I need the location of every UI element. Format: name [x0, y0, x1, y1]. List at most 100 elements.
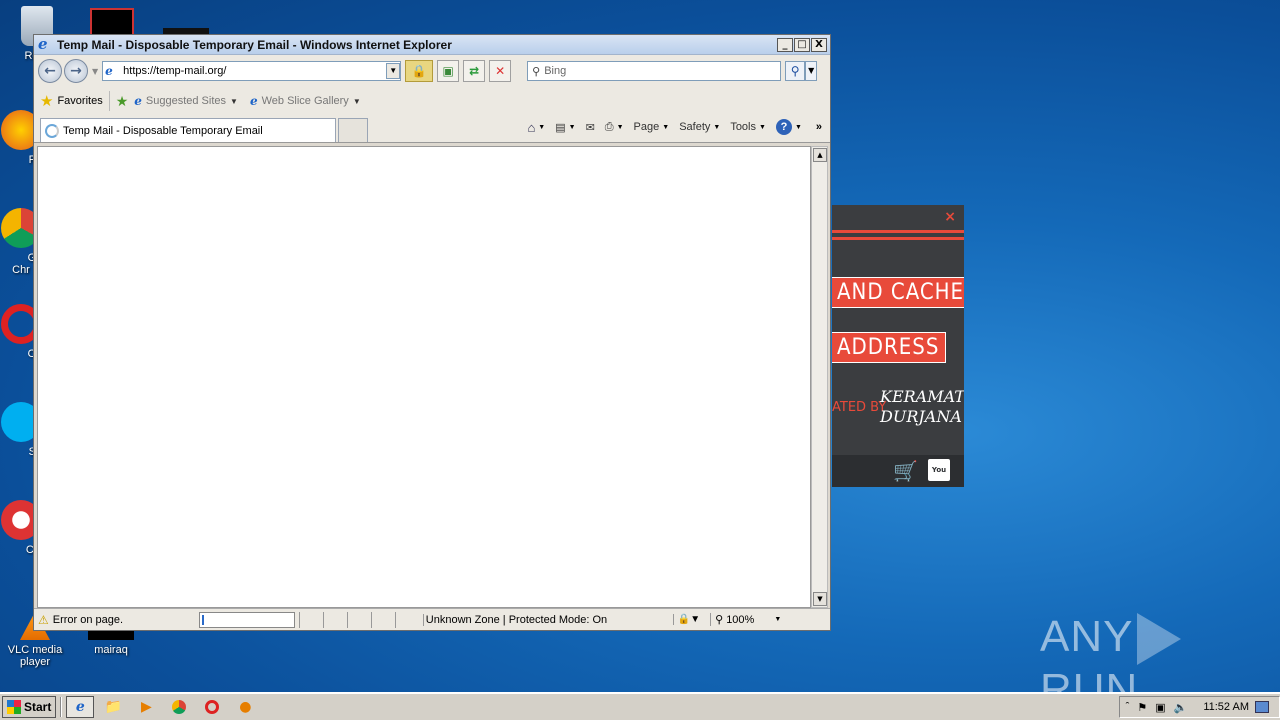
status-cell — [298, 611, 323, 628]
folder-icon: 📁 — [104, 699, 123, 715]
taskbar-media-player-button[interactable]: ▶ — [132, 696, 160, 718]
close-button[interactable]: X — [811, 37, 827, 52]
clock[interactable]: 11:52 AM — [1203, 701, 1249, 713]
popup-address-button[interactable]: ADDRESS — [832, 332, 947, 363]
zoom-icon: ⚲ — [715, 614, 724, 626]
chevron-down-icon[interactable]: ▼ — [538, 124, 545, 131]
stop-icon[interactable]: ✕ — [489, 60, 512, 82]
show-desktop-button[interactable] — [1255, 701, 1269, 713]
youtube-icon[interactable]: You Tube — [928, 459, 950, 481]
title-bar[interactable]: e Temp Mail - Disposable Temporary Email… — [34, 35, 830, 55]
chrome-icon — [172, 700, 187, 714]
search-options-dropdown[interactable]: ▼ — [805, 61, 818, 81]
refresh-icon[interactable]: ⇄ — [463, 60, 486, 82]
chevron-down-icon[interactable]: ▼ — [617, 124, 624, 131]
taskbar-app-button[interactable]: ● — [231, 696, 259, 718]
back-button[interactable]: ← — [38, 59, 62, 83]
chevron-down-icon[interactable]: ▼ — [230, 97, 238, 106]
status-cell — [322, 611, 347, 628]
ie-icon: e — [75, 699, 85, 715]
zoom-control[interactable]: ⚲ 100% ▼ — [710, 613, 781, 626]
help-icon[interactable]: ? — [775, 119, 792, 135]
tab-bar: Temp Mail - Disposable Temporary Email ⌂… — [34, 115, 830, 143]
new-tab-button[interactable] — [338, 118, 368, 142]
protected-mode-icon[interactable]: 🔒▼ — [672, 614, 704, 625]
zoom-level: 100% — [726, 613, 755, 626]
warning-icon[interactable]: ⚠ — [38, 613, 49, 627]
tab-active[interactable]: Temp Mail - Disposable Temporary Email — [40, 118, 336, 142]
desktop-icon-label: mairaq — [94, 644, 128, 656]
popup-close-button[interactable]: × — [944, 209, 956, 225]
chevron-down-icon[interactable]: ▼ — [795, 124, 802, 131]
address-input[interactable]: https://temp-mail.org/ — [123, 65, 386, 77]
security-zone[interactable]: Unknown Zone | Protected Mode: On — [422, 613, 673, 626]
taskbar: Start e 📁 ▶ ● ˆ ⚑ ▣ 🔈 11:52 AM — [0, 692, 1280, 720]
ie-page-icon: e — [134, 94, 142, 108]
page-menu[interactable]: Page — [634, 121, 660, 133]
safety-menu[interactable]: Safety — [679, 121, 710, 133]
home-icon[interactable]: ⌂ — [527, 120, 535, 135]
search-placeholder: Bing — [544, 65, 567, 77]
popup-divider — [832, 237, 964, 240]
taskbar-opera-button[interactable] — [198, 696, 226, 718]
play-icon — [1137, 613, 1182, 666]
ie-logo-icon: e — [38, 35, 48, 53]
divider — [60, 697, 63, 717]
rss-feeds-icon[interactable]: ▤ — [555, 121, 565, 134]
window-title: Temp Mail - Disposable Temporary Email -… — [57, 37, 452, 52]
vertical-scrollbar[interactable]: ▲ ▼ — [811, 146, 828, 608]
loading-icon — [45, 123, 59, 138]
start-button[interactable]: Start — [2, 696, 57, 718]
show-hidden-icons[interactable]: ˆ — [1126, 701, 1130, 713]
status-cell — [346, 611, 371, 628]
chevron-down-icon[interactable]: ▼ — [353, 97, 361, 106]
web-slice-gallery-link[interactable]: Web Slice Gallery — [262, 95, 349, 107]
popup-cache-button[interactable]: AND CACHE — [832, 277, 964, 308]
popup-author-line: KERAMAT — [880, 387, 964, 406]
favorites-button[interactable]: Favorites — [57, 95, 102, 107]
search-input[interactable]: ⚲ Bing — [527, 61, 782, 81]
tab-title: Temp Mail - Disposable Temporary Email — [63, 124, 263, 137]
status-text[interactable]: Error on page. — [53, 614, 193, 626]
tools-menu[interactable]: Tools — [730, 121, 756, 133]
lock-icon[interactable]: 🔒 — [405, 60, 434, 82]
window-controls: _ □ X — [777, 37, 827, 52]
page-content[interactable] — [37, 146, 811, 608]
opera-icon — [205, 700, 220, 714]
popup-divider — [832, 230, 964, 233]
popup-author-line: DURJANA — [880, 407, 962, 426]
taskbar-ie-button[interactable]: e — [66, 696, 95, 718]
print-icon[interactable]: ⎙ — [605, 121, 614, 134]
maximize-button[interactable]: □ — [794, 37, 810, 52]
chevron-down-icon[interactable]: ▼ — [569, 124, 576, 131]
favorites-star-icon: ★ — [40, 93, 54, 110]
address-bar[interactable]: e https://temp-mail.org/ ▼ — [102, 61, 402, 81]
forward-button[interactable]: → — [64, 59, 88, 83]
action-center-flag-icon[interactable]: ⚑ — [1137, 701, 1147, 714]
taskbar-explorer-button[interactable]: 📁 — [99, 696, 127, 718]
mail-icon[interactable]: ✉ — [586, 121, 595, 134]
cart-icon[interactable]: 🛒 — [893, 459, 918, 483]
compatibility-view-icon[interactable]: ▣ — [437, 60, 460, 82]
navigation-bar: ← → ▼ e https://temp-mail.org/ ▼ 🔒 ▣ ⇄ ✕… — [34, 55, 830, 87]
chevron-down-icon[interactable]: ▼ — [774, 616, 781, 623]
minimize-button[interactable]: _ — [777, 37, 793, 52]
taskbar-chrome-button[interactable] — [165, 696, 193, 718]
address-dropdown-icon[interactable]: ▼ — [386, 63, 401, 79]
chevron-down-icon[interactable]: ▼ — [759, 124, 766, 131]
add-to-favorites-icon[interactable]: ★ — [116, 93, 129, 110]
search-button[interactable]: ⚲ — [785, 61, 806, 81]
scroll-down-button[interactable]: ▼ — [813, 592, 827, 606]
ie-window: e Temp Mail - Disposable Temporary Email… — [33, 34, 831, 631]
network-icon[interactable]: ▣ — [1155, 701, 1165, 714]
progress-fill — [201, 614, 204, 625]
suggested-sites-link[interactable]: Suggested Sites — [146, 95, 226, 107]
chevron-down-icon[interactable]: ▼ — [713, 124, 720, 131]
favorites-bar: ★ Favorites ★ e Suggested Sites ▼ e Web … — [34, 87, 830, 115]
chevron-down-icon[interactable]: ▼ — [662, 124, 669, 131]
volume-icon[interactable]: 🔈 — [1174, 701, 1188, 714]
scroll-up-button[interactable]: ▲ — [813, 148, 827, 162]
pdf-icon[interactable] — [90, 8, 134, 36]
more-commands-icon[interactable]: » — [816, 121, 822, 133]
recent-pages-dropdown[interactable]: ▼ — [92, 67, 98, 76]
